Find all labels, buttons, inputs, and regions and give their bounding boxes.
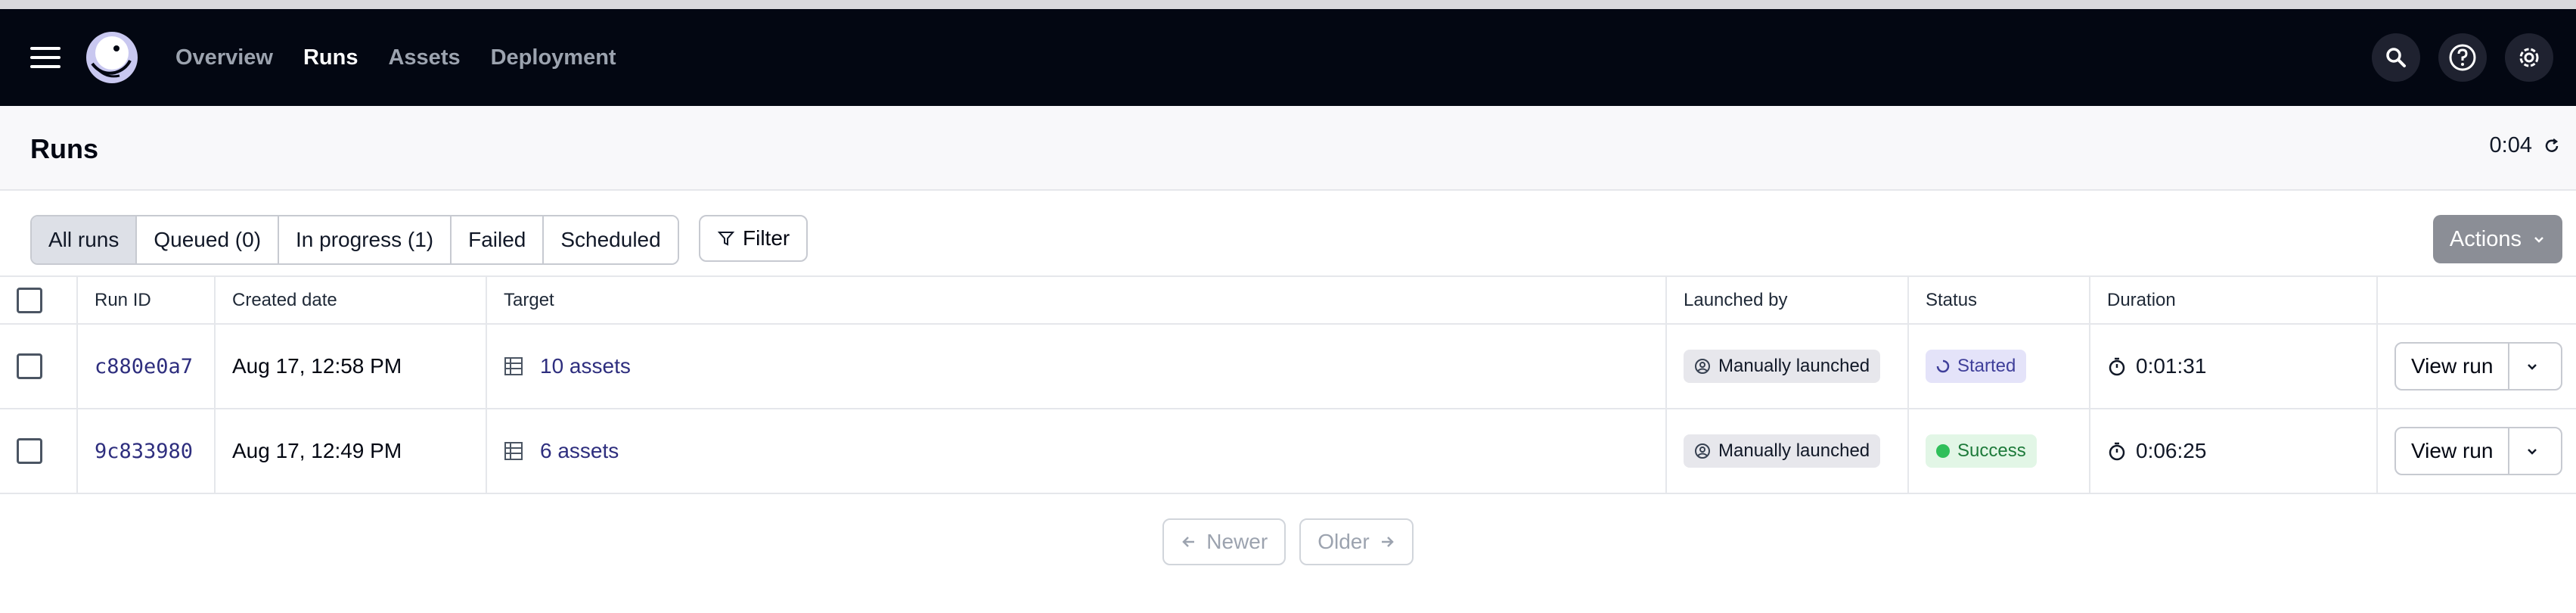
chevron-down-icon[interactable] [2509, 428, 2555, 474]
asset-table-icon [504, 357, 523, 375]
newer-button[interactable]: Newer [1162, 518, 1286, 565]
column-header-run-id: Run ID [77, 277, 216, 325]
target-link[interactable]: 10 assets [504, 354, 1665, 378]
top-navigation: Overview Runs Assets Deployment [0, 9, 2576, 106]
duration: 0:06:25 [2107, 439, 2376, 463]
browser-top-strip [0, 0, 2576, 9]
duration-value: 0:06:25 [2136, 439, 2207, 462]
newer-label: Newer [1206, 530, 1268, 553]
older-label: Older [1317, 530, 1370, 553]
table-header-row: Run ID Created date Target Launched by S… [0, 277, 2576, 325]
column-header-duration: Duration [2090, 277, 2378, 325]
user-icon [1695, 359, 1710, 374]
created-date: Aug 17, 12:49 PM [215, 409, 487, 494]
column-header-status: Status [1908, 277, 2090, 325]
older-button[interactable]: Older [1299, 518, 1414, 565]
column-header-actions [2377, 277, 2576, 325]
dagster-logo[interactable] [85, 30, 139, 85]
status-badge: Started [1926, 350, 2027, 383]
actions-label: Actions [2449, 226, 2522, 251]
actions-button[interactable]: Actions [2432, 215, 2562, 263]
row-checkbox[interactable] [17, 353, 42, 379]
user-icon [1695, 443, 1710, 459]
nav-runs[interactable]: Runs [303, 45, 358, 70]
view-run-button[interactable]: View run [2396, 428, 2510, 474]
target-label: 10 assets [540, 354, 631, 378]
stopwatch-icon [2109, 442, 2125, 461]
stopwatch-icon [2109, 357, 2125, 376]
view-run-group: View run [2394, 427, 2562, 475]
duration: 0:01:31 [2107, 354, 2376, 378]
nav-overview[interactable]: Overview [175, 45, 273, 70]
table-row: 9c833980 Aug 17, 12:49 PM 6 assets Manua… [0, 409, 2576, 494]
target-link[interactable]: 6 assets [504, 439, 1665, 463]
filter-icon [717, 232, 735, 246]
tab-in-progress[interactable]: In progress (1) [279, 216, 452, 263]
search-icon[interactable] [2372, 33, 2420, 82]
chevron-down-icon [2534, 237, 2543, 243]
status-label: Started [1957, 356, 2016, 376]
status-label: Success [1957, 440, 2026, 461]
tab-all-runs[interactable]: All runs [32, 216, 138, 263]
page-title: Runs [30, 133, 98, 164]
launched-by-tag: Manually launched [1684, 350, 1881, 383]
column-header-launched-by: Launched by [1666, 277, 1909, 325]
arrow-right-icon [1381, 537, 1394, 547]
run-status-tabs: All runs Queued (0) In progress (1) Fail… [30, 215, 679, 265]
tab-queued[interactable]: Queued (0) [137, 216, 280, 263]
launched-by-tag: Manually launched [1684, 434, 1881, 468]
filter-button[interactable]: Filter [699, 215, 808, 262]
status-badge: Success [1926, 434, 2037, 468]
select-all-cell [0, 277, 78, 325]
nav-assets[interactable]: Assets [388, 45, 460, 70]
settings-icon[interactable] [2505, 33, 2553, 82]
menu-icon[interactable] [30, 44, 61, 71]
launched-by-label: Manually launched [1718, 440, 1870, 461]
table-row: c880e0a7 Aug 17, 12:58 PM 10 assets Manu… [0, 324, 2576, 409]
target-label: 6 assets [540, 439, 619, 462]
nav-links: Overview Runs Assets Deployment [175, 45, 647, 70]
page-header: Runs 0:04 [0, 106, 2576, 191]
column-header-created-date: Created date [215, 277, 487, 325]
runs-toolbar: All runs Queued (0) In progress (1) Fail… [0, 191, 2576, 277]
run-id-link[interactable]: c880e0a7 [95, 355, 193, 378]
spinner-icon [1936, 359, 1950, 373]
asset-table-icon [504, 442, 523, 460]
chevron-down-icon[interactable] [2509, 344, 2555, 389]
refresh-timer: 0:04 [2489, 133, 2532, 157]
row-checkbox[interactable] [17, 438, 42, 464]
runs-table: Run ID Created date Target Launched by S… [0, 277, 2576, 494]
created-date: Aug 17, 12:58 PM [215, 324, 487, 409]
select-all-checkbox[interactable] [17, 287, 42, 313]
duration-value: 0:01:31 [2136, 354, 2207, 378]
filter-label: Filter [743, 226, 790, 250]
pagination: Newer Older [0, 518, 2576, 565]
tab-scheduled[interactable]: Scheduled [544, 216, 678, 263]
launched-by-label: Manually launched [1718, 356, 1870, 376]
help-icon[interactable] [2438, 33, 2487, 82]
refresh-control[interactable]: 0:04 [2490, 133, 2561, 158]
refresh-icon[interactable] [2543, 137, 2561, 155]
arrow-left-icon [1182, 537, 1195, 547]
tab-failed[interactable]: Failed [452, 216, 545, 263]
view-run-group: View run [2394, 342, 2562, 391]
nav-deployment[interactable]: Deployment [491, 45, 616, 70]
success-dot-icon [1936, 444, 1950, 458]
view-run-button[interactable]: View run [2396, 344, 2510, 389]
run-id-link[interactable]: 9c833980 [95, 440, 193, 463]
nav-right-actions [2372, 9, 2553, 106]
column-header-target: Target [486, 277, 1667, 325]
